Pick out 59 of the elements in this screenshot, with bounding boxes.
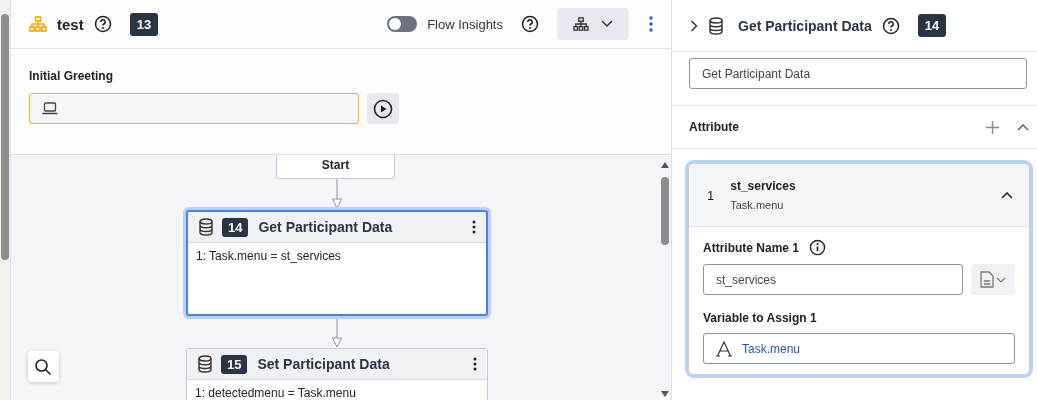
more-icon[interactable] — [471, 220, 476, 234]
search-icon — [34, 357, 53, 376]
help-icon[interactable] — [521, 15, 539, 33]
flow-title: test — [56, 15, 84, 33]
type-button[interactable] — [971, 264, 1015, 295]
caret-icon — [996, 276, 1006, 283]
attribute-name-field[interactable]: st_services — [703, 264, 963, 295]
more-icon[interactable] — [472, 357, 477, 371]
database-icon — [197, 218, 214, 236]
toggle-label: Flow Insights — [427, 16, 503, 32]
database-icon — [196, 355, 213, 373]
variable-field[interactable]: Task.menu — [703, 333, 1015, 364]
letter-a-icon — [716, 340, 732, 357]
search-button[interactable] — [27, 351, 59, 382]
start-node[interactable]: Start — [275, 155, 395, 179]
add-icon[interactable] — [986, 120, 999, 134]
node-number: 15 — [220, 354, 248, 374]
document-icon — [980, 271, 994, 288]
greeting-input[interactable] — [28, 93, 359, 124]
node-title: Set Participant Data — [257, 356, 390, 372]
node-number: 14 — [221, 217, 249, 237]
scroll-thumb[interactable] — [1, 14, 9, 260]
toggle-switch[interactable] — [387, 16, 418, 32]
help-icon[interactable] — [93, 15, 112, 33]
flow-icon — [28, 16, 47, 32]
node-line: 1: detectedmenu = Task.menu — [194, 386, 357, 400]
node-title: Get Participant Data — [258, 219, 393, 235]
node-line: 1: Task.menu = st_services — [195, 249, 342, 263]
chevron-up-icon[interactable] — [1017, 123, 1029, 131]
scroll-down-icon[interactable] — [660, 390, 670, 398]
field-label: Attribute Name 1 — [703, 240, 800, 255]
info-icon[interactable] — [809, 239, 827, 256]
attribute-variable: Task.menu — [730, 199, 785, 211]
field-label: Variable to Assign 1 — [703, 311, 817, 325]
laptop-icon — [41, 102, 58, 115]
caret-icon — [601, 20, 613, 28]
layout-button[interactable] — [557, 8, 629, 40]
greeting-label: Initial Greeting — [28, 69, 114, 83]
connector-arrow — [330, 179, 343, 209]
attribute-index: 1 — [707, 187, 715, 203]
scroll-thumb[interactable] — [661, 177, 669, 245]
id-badge: 14 — [917, 14, 947, 37]
chevron-icon[interactable] — [1001, 191, 1013, 199]
flow-node[interactable]: 14 Get Participant Data 1: Task.menu = st_services — [185, 210, 488, 316]
help-icon[interactable] — [881, 16, 900, 35]
scrollbar[interactable] — [0, 0, 10, 400]
play-button[interactable] — [366, 93, 399, 124]
connector-arrow — [330, 316, 343, 348]
id-badge: 13 — [129, 12, 159, 36]
name-field[interactable]: Get Participant Data — [689, 58, 1027, 89]
scroll-up-icon[interactable] — [660, 161, 670, 169]
flow-node[interactable]: 15 Set Participant Data 1: detectedmenu = Task.menu — [185, 348, 488, 400]
attribute-name: st_services — [730, 179, 796, 193]
panel-title: Get Participant Data — [738, 17, 872, 34]
attribute-header[interactable]: 1 st_services Task.menu — [689, 164, 1029, 227]
chevron-right-icon[interactable] — [690, 19, 698, 32]
section-title: Attribute — [689, 120, 739, 134]
database-icon — [708, 16, 724, 35]
hierarchy-icon — [573, 17, 589, 31]
